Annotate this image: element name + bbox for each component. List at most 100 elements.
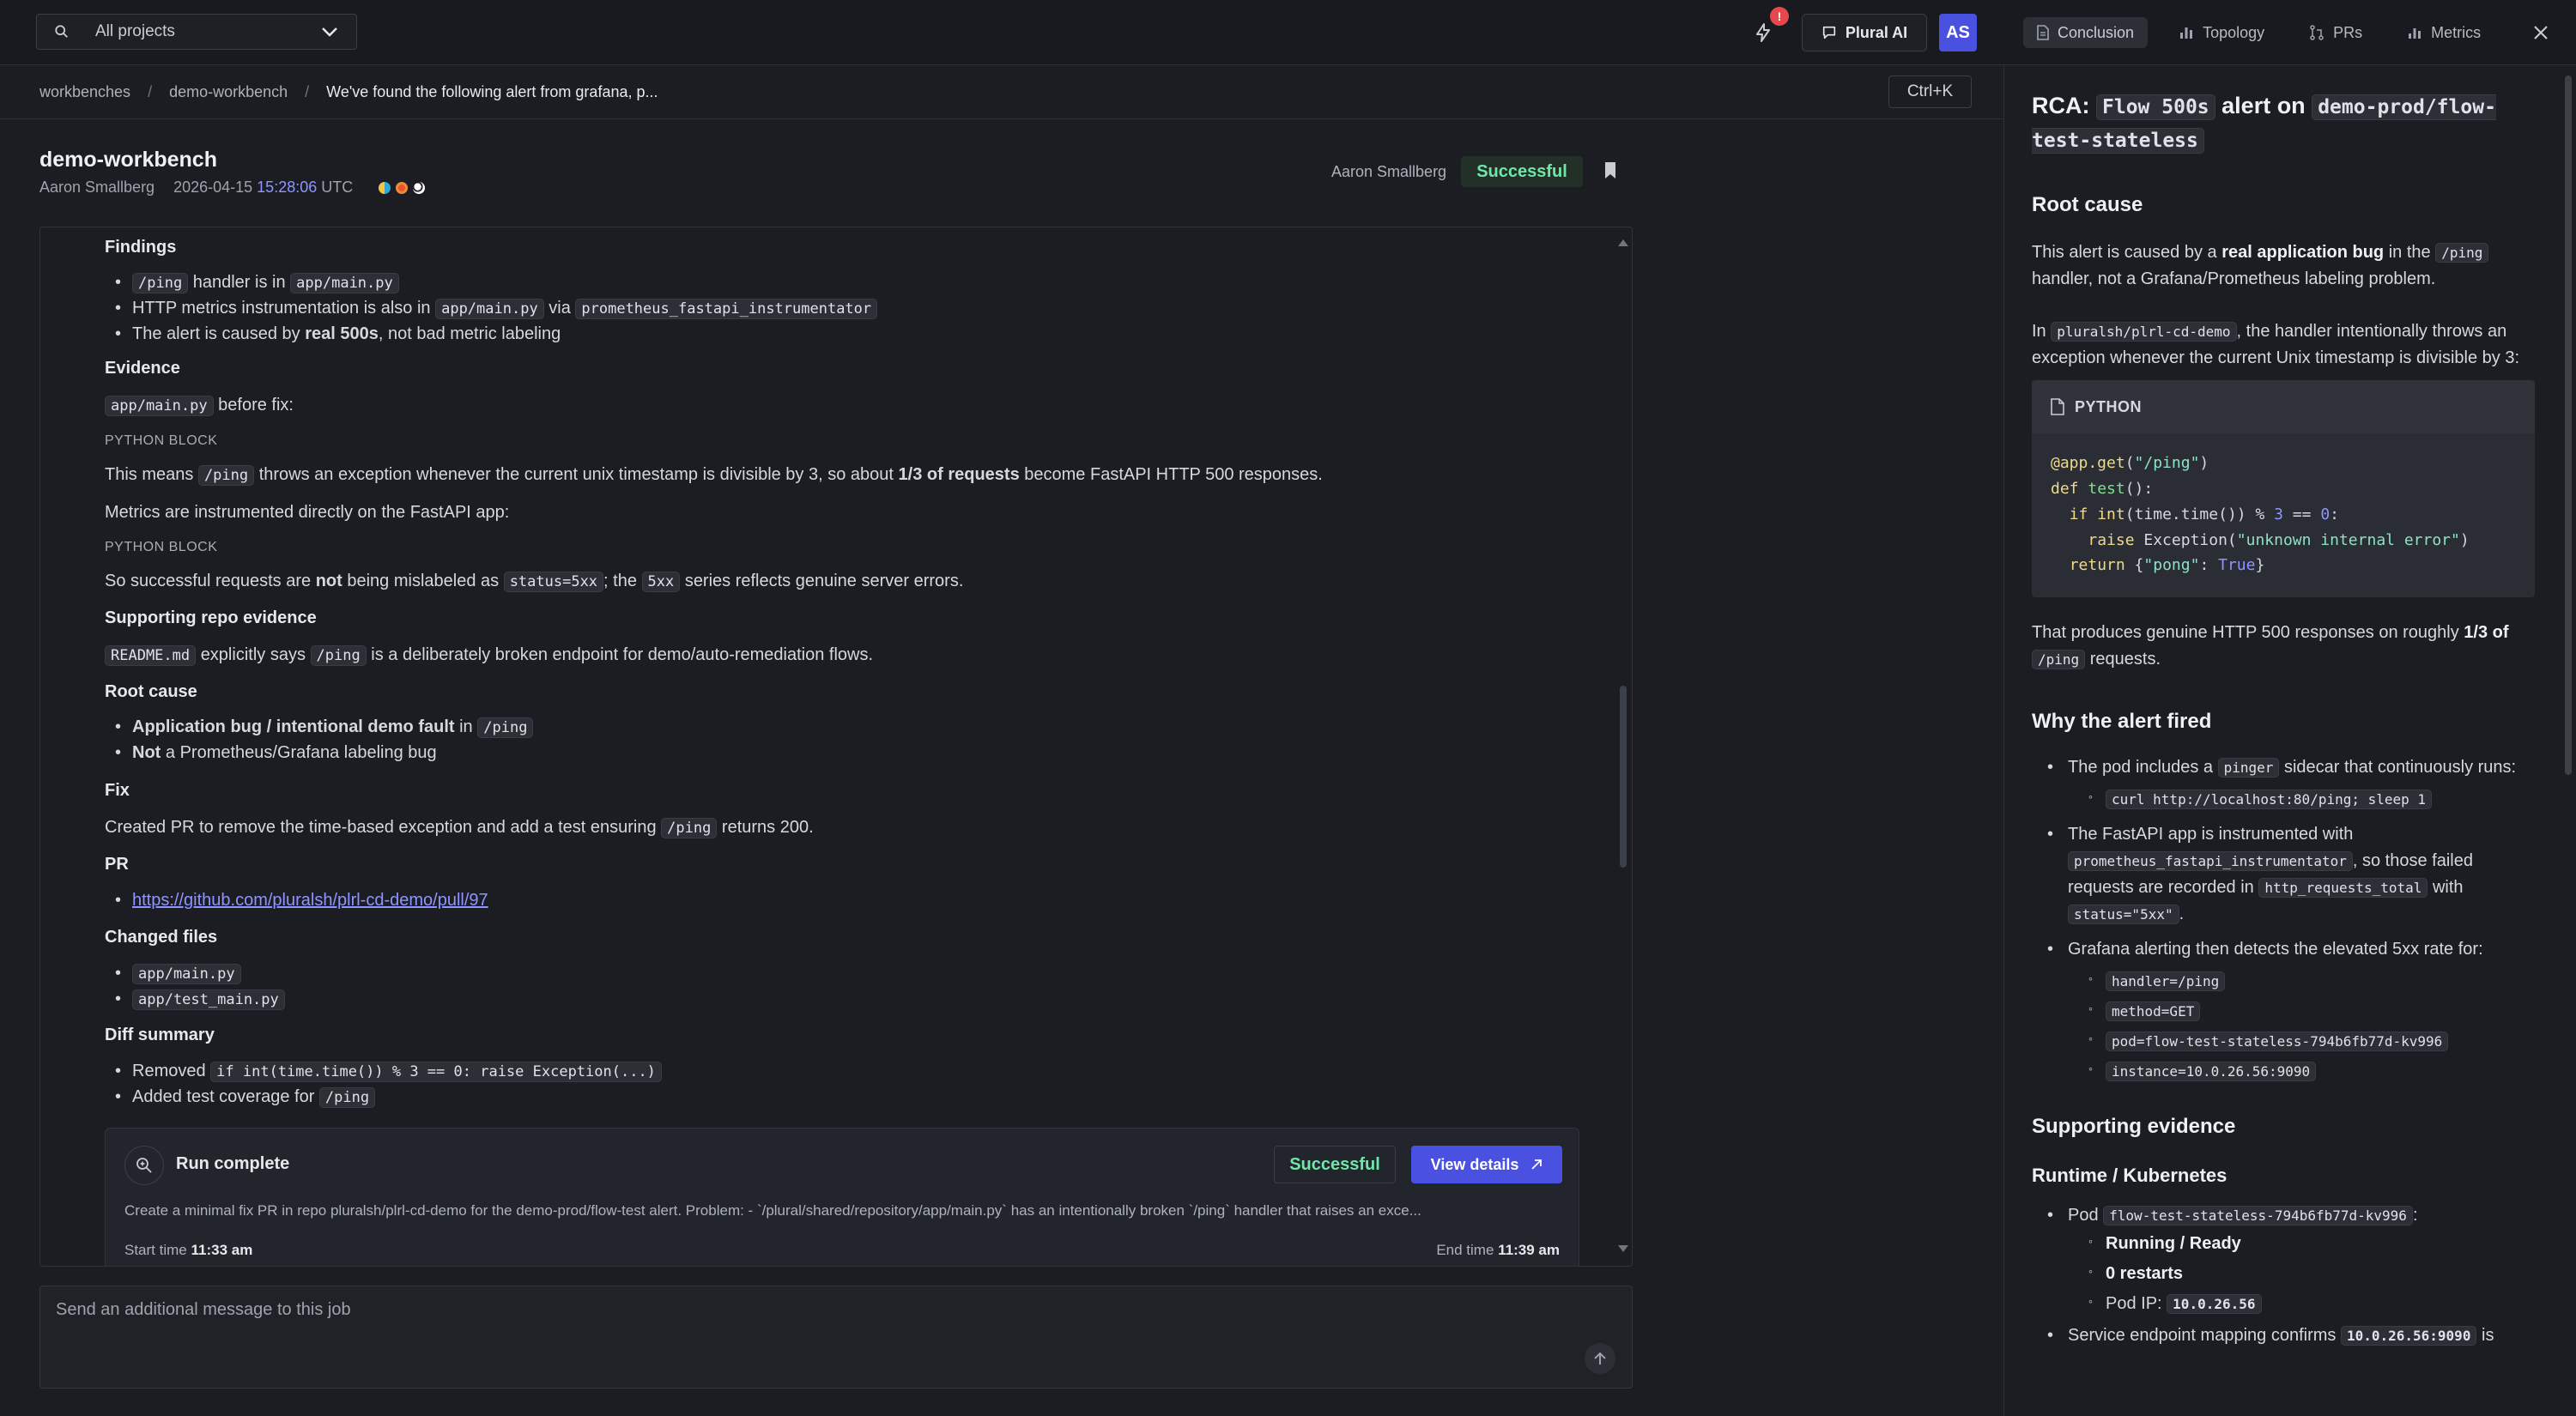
code-content: @app.get("/ping") def test(): if int(tim… [2051, 454, 2470, 575]
evidence-line: app/main.py before fix: [105, 393, 294, 417]
plural-ai-label: Plural AI [1845, 23, 1908, 41]
output-scrollbar[interactable] [1618, 239, 1628, 1252]
fix-heading: Fix [105, 781, 130, 800]
notification-badge: ! [1770, 7, 1789, 26]
conclusion-content: RCA: Flow 500s alert on demo-prod/flow-t… [2032, 89, 2535, 1349]
project-select-label: All projects [95, 22, 175, 40]
list-item: instance=10.0.26.56:9090 [2068, 1058, 2535, 1085]
list-item: method=GET [2068, 998, 2535, 1025]
run-user: Aaron Smallberg [1331, 163, 1447, 180]
list-item: The alert is caused by real 500s, not ba… [105, 322, 1564, 346]
list-item: Pod IP: 10.0.26.56 [2068, 1291, 2535, 1317]
plural-ai-button[interactable]: Plural AI [1802, 14, 1927, 51]
tab-topology-label: Topology [2203, 23, 2265, 41]
fix-line: Created PR to remove the time-based exce… [105, 818, 814, 838]
python-block-label: PYTHON BLOCK [105, 540, 218, 554]
tab-topology[interactable]: Topology [2165, 17, 2278, 48]
activity-icon [1756, 23, 1770, 42]
run-description: Create a minimal fix PR in repo pluralsh… [124, 1202, 1421, 1219]
message-input-box [39, 1286, 1633, 1389]
kubernetes-icon [379, 181, 391, 194]
runtime-list: Pod flow-test-stateless-794b6fb77d-kv996… [2032, 1202, 2535, 1349]
bookmark-button[interactable] [1603, 161, 1617, 185]
root-cause-heading: Root cause [105, 682, 197, 701]
page-title: demo-workbench [39, 148, 217, 172]
run-complete-card: Run complete Successful View details Cre… [105, 1128, 1579, 1266]
evidence-heading: Evidence [105, 359, 180, 378]
handler-paragraph: In pluralsh/plrl-cd-demo, the handler in… [2032, 322, 2520, 368]
file-icon [2051, 398, 2064, 416]
bar-chart-icon [2180, 27, 2193, 39]
scrollbar-thumb[interactable] [1620, 686, 1627, 868]
timestamp: 2026-04-15 15:28:06 UTC [173, 179, 353, 197]
status-explanation-line: So successful requests are not being mis… [105, 572, 964, 592]
send-button[interactable] [1585, 1343, 1615, 1374]
findings-heading: Findings [105, 238, 177, 257]
breadcrumb-separator: / [305, 83, 310, 100]
diff-summary-heading: Diff summary [105, 1026, 215, 1044]
conclusion-panel[interactable]: RCA: Flow 500s alert on demo-prod/flow-t… [2004, 65, 2576, 1416]
list-item: /ping handler is in app/main.py [105, 270, 1564, 294]
changed-files-list: app/main.py app/test_main.py [105, 961, 285, 1011]
arrow-up-icon [1594, 1352, 1606, 1365]
close-icon [2534, 26, 2548, 39]
breadcrumb-bar: workbenches / demo-workbench / We've fou… [0, 66, 2003, 119]
breadcrumb-workbenches[interactable]: workbenches [39, 83, 130, 101]
metrics-line: Metrics are instrumented directly on the… [105, 503, 510, 522]
close-panel-button[interactable] [2527, 19, 2555, 46]
supporting-heading: Supporting repo evidence [105, 608, 317, 627]
pr-link[interactable]: https://github.com/pluralsh/plrl-cd-demo… [132, 891, 488, 910]
avatar[interactable]: AS [1939, 14, 1977, 51]
file-icon [2037, 25, 2049, 40]
grafana-icon [396, 181, 409, 194]
search-shortcut-button[interactable]: Ctrl+K [1888, 76, 1972, 108]
rca-title: RCA: Flow 500s alert on demo-prod/flow-t… [2032, 93, 2496, 154]
breadcrumb-demo-workbench[interactable]: demo-workbench [169, 83, 288, 101]
list-item: The FastAPI app is instrumented with pro… [2032, 821, 2535, 928]
list-item: Removed if int(time.time()) % 3 == 0: ra… [105, 1059, 1564, 1083]
github-icon [413, 181, 426, 194]
bar-chart-icon [2409, 28, 2421, 39]
external-link-icon [1531, 1159, 1543, 1170]
explanation-line: This means /ping throws an exception whe… [105, 465, 1323, 486]
why-heading: Why the alert fired [2032, 709, 2212, 733]
list-item: The pod includes a pinger sidecar that c… [2032, 754, 2535, 813]
tab-conclusion-label: Conclusion [2058, 23, 2135, 41]
project-select[interactable]: All projects [36, 14, 357, 50]
timestamp-date: 2026-04-15 [173, 179, 253, 196]
findings-list: /ping handler is in app/main.py HTTP met… [105, 270, 1564, 346]
workbench-meta: Aaron Smallberg 2026-04-15 15:28:06 UTC [39, 179, 426, 197]
status-badge: Successful [1461, 156, 1583, 187]
list-item: curl http://localhost:80/ping; sleep 1 [2068, 786, 2535, 813]
search-sparkle-icon [136, 1158, 152, 1173]
why-list: The pod includes a pinger sidecar that c… [2032, 754, 2535, 1085]
tab-metrics[interactable]: Metrics [2393, 17, 2494, 48]
root-cause-list: Application bug / intentional demo fault… [105, 715, 1564, 765]
chevron-down-icon [322, 27, 337, 37]
diff-summary-list: Removed if int(time.time()) % 3 == 0: ra… [105, 1059, 1564, 1109]
conclusion-scrollbar-thumb[interactable] [2565, 76, 2572, 775]
scroll-up-icon [1618, 239, 1628, 246]
code-block: PYTHON @app.get("/ping") def test(): if … [2032, 380, 2535, 597]
list-item: Application bug / intentional demo fault… [105, 715, 1564, 739]
tab-conclusion[interactable]: Conclusion [2023, 17, 2149, 48]
breadcrumb-separator: / [148, 83, 153, 100]
changed-files-heading: Changed files [105, 928, 218, 947]
scroll-down-icon [1618, 1245, 1628, 1252]
list-item: handler=/ping [2068, 968, 2535, 995]
job-output-panel[interactable]: Findings /ping handler is in app/main.py… [39, 227, 1633, 1267]
root-cause-paragraph: This alert is caused by a real applicati… [2032, 239, 2535, 293]
supporting-evidence-heading: Supporting evidence [2032, 1115, 2236, 1139]
chat-icon [1822, 26, 1835, 39]
readme-line: README.md explicitly says /ping is a del… [105, 643, 1564, 667]
run-start-time: Start time 11:33 am [124, 1242, 253, 1258]
run-status-badge: Successful [1274, 1146, 1396, 1183]
view-details-button[interactable]: View details [1411, 1146, 1562, 1183]
message-input[interactable] [40, 1286, 1632, 1388]
breadcrumb-current: We've found the following alert from gra… [326, 83, 658, 100]
list-item: Running / Ready [2068, 1231, 2535, 1257]
tab-prs[interactable]: PRs [2295, 17, 2376, 48]
code-lang: PYTHON [2075, 397, 2143, 415]
list-item: Not a Prometheus/Grafana labeling bug [105, 741, 1564, 765]
code-block-header: PYTHON [2032, 380, 2535, 434]
